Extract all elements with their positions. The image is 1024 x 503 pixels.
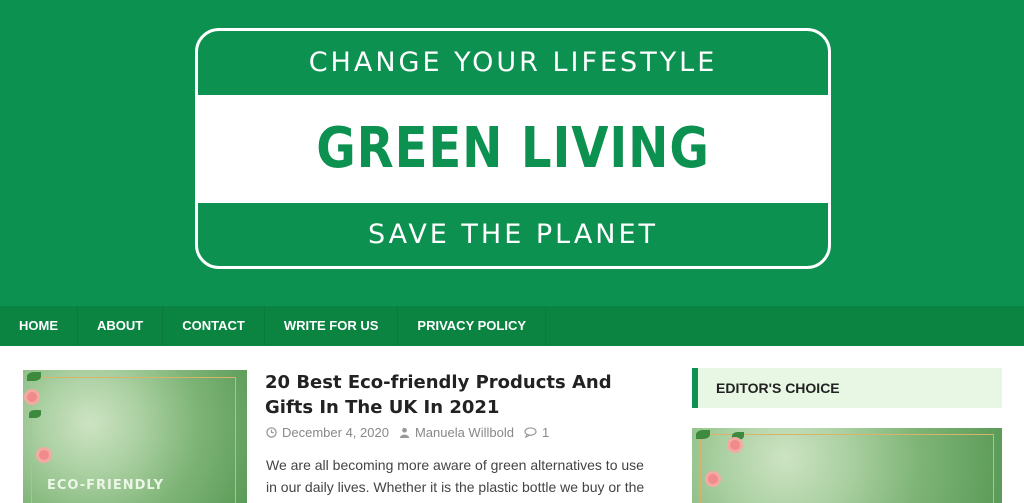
flower-decoration <box>39 450 49 460</box>
post-meta: December 4, 2020 Manuela Willbold 1 <box>266 425 549 440</box>
nav-item-home[interactable]: HOME <box>0 306 78 346</box>
post-date[interactable]: December 4, 2020 <box>266 425 389 440</box>
thumbnail-caption: ECO-FRIENDLY <box>47 478 165 493</box>
thumbnail-frame <box>700 434 994 503</box>
nav-item-privacy-policy[interactable]: PRIVACY POLICY <box>398 306 547 346</box>
site-header: CHANGE YOUR LIFESTYLE GREEN LIVING BLOG … <box>0 0 1024 306</box>
post-comments-count: 1 <box>541 425 550 440</box>
post-author-text: Manuela Willbold <box>414 425 514 440</box>
leaf-decoration <box>29 410 41 418</box>
post-thumbnail[interactable]: ECO-FRIENDLY <box>23 370 247 503</box>
editors-choice-heading: EDITOR'S CHOICE <box>692 368 1002 408</box>
post-author[interactable]: Manuela Willbold <box>399 425 514 440</box>
site-logo[interactable]: CHANGE YOUR LIFESTYLE GREEN LIVING BLOG … <box>195 28 831 269</box>
leaf-decoration <box>732 432 744 440</box>
main-navigation: HOME ABOUT CONTACT WRITE FOR US PRIVACY … <box>0 306 1024 346</box>
leaf-decoration <box>27 372 41 381</box>
post-title-link[interactable]: 20 Best Eco-friendly Products And Gifts … <box>265 370 665 420</box>
logo-tagline-top: CHANGE YOUR LIFESTYLE <box>308 47 718 78</box>
flower-decoration <box>730 440 740 450</box>
nav-item-about[interactable]: ABOUT <box>78 306 164 346</box>
logo-title-band: GREEN LIVING BLOG <box>198 95 828 266</box>
post-comments[interactable]: 1 <box>524 425 549 440</box>
post-excerpt: We are all becoming more aware of green … <box>266 457 645 503</box>
nav-item-write-for-us[interactable]: WRITE FOR US <box>265 306 399 346</box>
nav-item-contact[interactable]: CONTACT <box>163 306 265 346</box>
user-icon <box>399 427 410 438</box>
comment-icon <box>524 427 537 438</box>
logo-tagline-bottom: SAVE THE PLANET <box>367 219 659 250</box>
clock-icon <box>266 427 277 438</box>
leaf-decoration <box>696 430 710 439</box>
flower-decoration <box>27 392 37 402</box>
flower-decoration <box>708 474 718 484</box>
editors-choice-thumbnail[interactable] <box>692 428 1002 503</box>
post-date-text: December 4, 2020 <box>282 425 389 440</box>
